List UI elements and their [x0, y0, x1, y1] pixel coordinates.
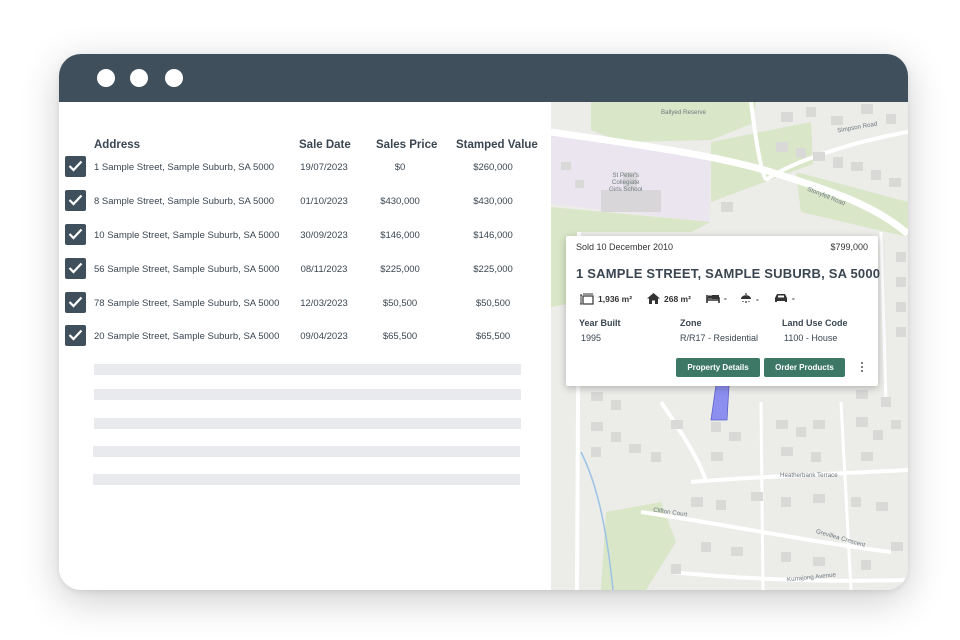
zone-value: R/R17 - Residential — [680, 333, 759, 343]
cell-sales-price: $225,000 — [380, 264, 420, 275]
land-use-value: 1100 - House — [784, 333, 838, 343]
window-dot-2[interactable] — [130, 69, 148, 87]
cell-address: 8 Sample Street, Sample Suburb, SA 5000 — [94, 196, 275, 207]
title-bar — [59, 54, 908, 102]
property-popup-card: Sold 10 December 2010 $799,000 1 SAMPLE … — [566, 236, 880, 386]
order-products-button[interactable]: Order Products — [764, 358, 845, 377]
map-label-heatherbank: Heatherbank Terrace — [780, 472, 838, 479]
land-area-feature: 1,936 m² — [580, 293, 632, 305]
cell-sales-price: $430,000 — [380, 196, 420, 207]
row-checkbox[interactable] — [65, 292, 86, 313]
cell-sale-date: 19/07/2023 — [300, 162, 348, 173]
more-options-icon[interactable] — [859, 360, 865, 376]
floor-area-value: 268 m² — [664, 293, 691, 304]
land-area-value: 1,936 m² — [598, 294, 633, 304]
cell-address: 20 Sample Street, Sample Suburb, SA 5000 — [94, 331, 280, 342]
header-sales-price[interactable]: Sales Price — [376, 139, 437, 151]
shower-icon — [741, 293, 751, 303]
zone-label: Zone — [680, 318, 702, 328]
cell-sales-price: $65,500 — [382, 331, 418, 342]
cell-stamped-value: $260,000 — [473, 162, 513, 173]
checkmark-icon — [68, 160, 83, 172]
cell-stamped-value: $225,000 — [473, 264, 513, 275]
year-built-value: 1995 — [581, 333, 602, 343]
header-stamped-value[interactable]: Stamped Value — [456, 139, 538, 151]
bathrooms-feature: - — [740, 293, 759, 304]
browser-window: Address Sale Date Sales Price Stamped Va… — [59, 54, 908, 590]
table-row[interactable]: 56 Sample Street, Sample Suburb, SA 5000… — [59, 258, 551, 284]
cell-sale-date: 09/04/2023 — [300, 331, 348, 342]
cell-address: 56 Sample Street, Sample Suburb, SA 5000 — [94, 264, 280, 275]
bedrooms-value: - — [724, 293, 727, 303]
row-checkbox[interactable] — [65, 258, 86, 279]
cell-address: 1 Sample Street, Sample Suburb, SA 5000 — [94, 162, 275, 173]
table-row[interactable]: 10 Sample Street, Sample Suburb, SA 5000… — [59, 224, 551, 250]
cell-address: 10 Sample Street, Sample Suburb, SA 5000 — [94, 230, 280, 241]
cell-address: 78 Sample Street, Sample Suburb, SA 5000 — [94, 298, 280, 309]
house-icon — [647, 293, 660, 304]
checkmark-icon — [68, 228, 83, 240]
row-checkbox[interactable] — [65, 325, 86, 346]
car-spaces-feature: - — [774, 293, 795, 303]
year-built-label: Year Built — [579, 318, 621, 328]
cell-sale-date: 01/10/2023 — [300, 196, 348, 207]
cell-sales-price: $50,500 — [382, 298, 418, 309]
placeholder-row — [93, 474, 520, 485]
land-use-label: Land Use Code — [782, 318, 848, 328]
checkmark-icon — [68, 194, 83, 206]
car-spaces-value: - — [792, 293, 795, 303]
header-address[interactable]: Address — [94, 139, 140, 151]
cell-stamped-value: $65,500 — [475, 331, 511, 342]
window-dot-3[interactable] — [165, 69, 183, 87]
placeholder-row — [94, 389, 521, 400]
sold-price: $799,000 — [830, 242, 868, 252]
table-row[interactable]: 1 Sample Street, Sample Suburb, SA 5000 1… — [59, 156, 551, 182]
placeholder-row — [93, 446, 520, 457]
checkmark-icon — [68, 296, 83, 308]
checkmark-icon — [68, 329, 83, 341]
table-row[interactable]: 20 Sample Street, Sample Suburb, SA 5000… — [59, 325, 551, 351]
cell-sale-date: 30/09/2023 — [300, 230, 348, 241]
checkmark-icon — [68, 262, 83, 274]
window-dot-1[interactable] — [97, 69, 115, 87]
floor-area-feature: 268 m² — [647, 293, 691, 304]
cell-sale-date: 12/03/2023 — [300, 298, 348, 309]
property-address[interactable]: 1 SAMPLE STREET, SAMPLE SUBURB, SA 5000 — [576, 266, 880, 281]
bathrooms-value: - — [756, 293, 759, 304]
bedrooms-feature: - — [706, 293, 727, 303]
map-label-reserve: Ballyed Reserve — [661, 109, 707, 116]
cell-stamped-value: $430,000 — [473, 196, 513, 207]
row-checkbox[interactable] — [65, 190, 86, 211]
bed-icon — [706, 295, 720, 303]
header-sale-date[interactable]: Sale Date — [299, 139, 351, 151]
sales-table-panel: Address Sale Date Sales Price Stamped Va… — [59, 102, 551, 590]
table-row[interactable]: 8 Sample Street, Sample Suburb, SA 5000 0… — [59, 190, 551, 216]
land-area-icon — [580, 293, 594, 305]
car-icon — [775, 294, 787, 302]
map-label-school: St Peter's Collegiate Girls School — [609, 172, 643, 193]
property-details-button[interactable]: Property Details — [676, 358, 760, 377]
row-checkbox[interactable] — [65, 156, 86, 177]
cell-sales-price: $146,000 — [380, 230, 420, 241]
cell-sale-date: 08/11/2023 — [300, 264, 348, 275]
cell-sales-price: $0 — [394, 162, 406, 173]
table-row[interactable]: 78 Sample Street, Sample Suburb, SA 5000… — [59, 292, 551, 318]
cell-stamped-value: $50,500 — [475, 298, 511, 309]
placeholder-row — [94, 418, 521, 429]
placeholder-row — [94, 364, 521, 375]
sold-date: Sold 10 December 2010 — [576, 242, 674, 252]
cell-stamped-value: $146,000 — [473, 230, 513, 241]
row-checkbox[interactable] — [65, 224, 86, 245]
